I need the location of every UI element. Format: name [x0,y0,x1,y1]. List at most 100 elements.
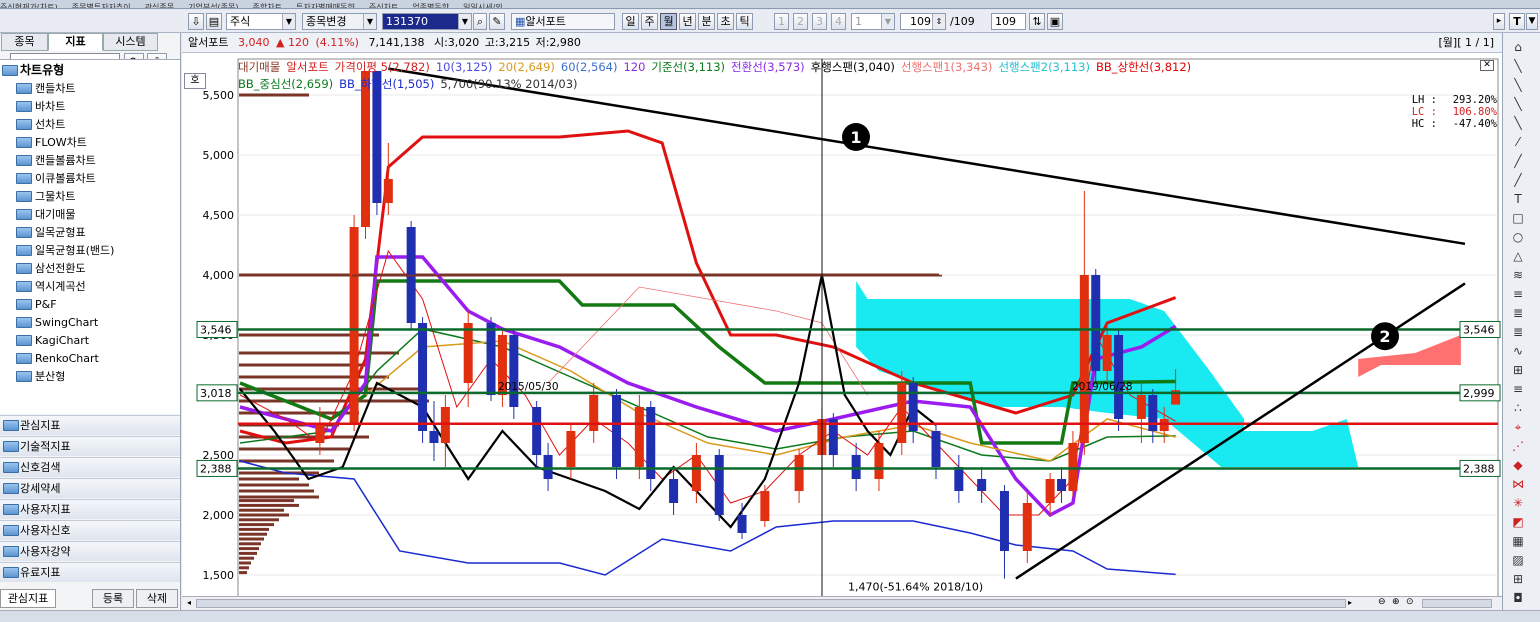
chart-type-item[interactable]: 이큐볼륨차트 [16,170,96,187]
indicator-section[interactable]: 사용자강약 [0,541,180,561]
drawing-tool-icon[interactable]: ⋈ [1510,476,1526,492]
legend-item[interactable]: 알서포트 [286,60,328,74]
legend-item[interactable]: 120 [623,60,645,74]
indicator-section[interactable]: 강세약세 [0,478,180,498]
drawing-tool-icon[interactable]: ≣ [1510,324,1526,340]
period-day-button[interactable]: 일 [622,13,639,30]
drawing-tool-icon[interactable]: ≣ [1510,305,1526,321]
drawing-tool-icon[interactable]: ◆ [1510,457,1526,473]
legend-item[interactable]: 기준선(3,113) [651,60,725,74]
chart-type-item[interactable]: P&F [16,296,57,313]
window-tab[interactable]: 투자자별매매동향 [296,4,355,9]
wrench-icon[interactable]: ✎ [489,13,505,30]
chart-type-item[interactable]: 선차트 [16,116,65,133]
legend-item[interactable]: 10(3,125) [436,60,493,74]
period-week-button[interactable]: 주 [641,13,658,30]
drawing-tool-icon[interactable]: ∴ [1510,400,1526,416]
drawing-tool-icon[interactable]: ∿ [1510,343,1526,359]
zoom-reset-icon[interactable]: ⊙ [1406,597,1418,609]
interval-2-button[interactable]: 2 [793,13,808,30]
download-icon[interactable]: ⇩ [188,13,204,30]
chart-type-item[interactable]: 역시계곡선 [16,278,86,295]
chart-area[interactable]: 알서포트 3,040 ▲ 120 (4.11%) 7,141,138 시:3,0… [182,33,1502,622]
drawing-tool-icon[interactable]: ✳ [1510,495,1526,511]
chart-type-item[interactable]: 그물차트 [16,188,75,205]
drawing-tool-icon[interactable]: ⊞ [1510,362,1526,378]
drawing-tool-icon[interactable]: T [1510,191,1526,207]
drawing-tool-icon[interactable]: ◘ [1510,590,1526,606]
drawing-tool-icon[interactable]: ⌖ [1510,419,1526,435]
drawing-tool-icon[interactable]: ▨ [1510,552,1526,568]
tab-stock[interactable]: 종목 [1,33,48,51]
period-month-button[interactable]: 월 [660,13,677,30]
chart-type-header[interactable]: 차트유형 [2,61,64,78]
window-tab[interactable]: 종합차트 [253,4,282,9]
scroll-left-icon[interactable]: ◂ [184,598,194,609]
price-chart-svg[interactable]: 1 2 1,470(-51.64% 2018/10) 2015/05/30 2019/0… [182,53,1502,619]
indicator-section[interactable]: 사용자신호 [0,520,180,540]
count-input[interactable]: 109 [991,13,1026,30]
interval-select[interactable]: 1 ▼ [851,13,895,30]
drawing-tool-icon[interactable]: ⌂ [1510,39,1526,55]
legend-item[interactable]: 대기매물 [238,60,280,74]
window-tab[interactable]: 관심종목 [145,4,174,9]
drawing-tool-icon[interactable]: ╲ [1510,77,1526,93]
bottom-tab-favorites[interactable]: 관심지표 [0,589,56,608]
scroll-track[interactable] [196,599,1346,608]
drawing-tool-icon[interactable]: ⁄ [1510,134,1526,150]
legend-item[interactable]: 가격이평 5(2,782) [335,60,430,74]
indicator-section[interactable]: 유료지표 [0,562,180,582]
drawing-tool-icon[interactable]: ╲ [1510,115,1526,131]
period-minute-button[interactable]: 분 [698,13,715,30]
window-tab[interactable]: 기업분석(종목) [188,4,238,9]
chart-type-item[interactable]: SwingChart [16,314,98,331]
legend-item[interactable]: 선행스팬1(3,343) [901,60,993,74]
interval-3-button[interactable]: 3 [812,13,827,30]
scroll-right-icon[interactable]: ▸ [1348,598,1358,609]
zoom-track[interactable] [1422,599,1492,608]
legend-item[interactable]: 전환선(3,573) [731,60,805,74]
chart-type-item[interactable]: FLOW차트 [16,134,87,151]
period-second-button[interactable]: 초 [717,13,734,30]
count-stepper[interactable]: 109 ⇕ [900,13,946,30]
legend-item[interactable]: BB_하한선(1,505) [339,77,434,91]
legend-item[interactable]: BB_중심선(2,659) [238,77,333,91]
delete-button[interactable]: 삭제 [136,589,178,608]
chart-type-item[interactable]: 일목균형표 [16,224,86,241]
legend-item[interactable]: 60(2,564) [561,60,618,74]
chart-type-item[interactable]: KagiChart [16,332,89,349]
tab-system[interactable]: 시스템 [103,33,158,51]
chart-type-item[interactable]: RenkoChart [16,350,99,367]
window-tab[interactable]: 업종별동향 [412,4,449,9]
legend-item[interactable]: 선행스팬2(3,113) [998,60,1090,74]
window-tab[interactable]: 종목별투자자추이 [72,4,131,9]
drawing-tool-icon[interactable]: ▦ [1510,533,1526,549]
drawing-tool-icon[interactable]: ≋ [1510,267,1526,283]
zoom-in-icon[interactable]: ⊕ [1392,597,1404,609]
change-stock-select[interactable]: 종목변경 ▼ [302,13,377,30]
chart-type-item[interactable]: 분산형 [16,368,65,385]
apply-icon[interactable]: ⇅ [1029,13,1045,30]
drawing-tool-icon[interactable]: △ [1510,248,1526,264]
drawing-tool-icon[interactable]: ≡ [1510,286,1526,302]
legend-item[interactable]: 후행스팬(3,040) [811,60,895,74]
close-icon[interactable]: ✕ [1480,60,1494,71]
horizontal-scrollbar[interactable]: ◂ ▸ ⊖ ⊕ ⊙ [182,596,1502,610]
chart-type-item[interactable]: 일목균형표(밴드) [16,242,114,259]
indicator-section[interactable]: 사용자지표 [0,499,180,519]
y-axis-mode-tag[interactable]: 호 [184,73,206,89]
period-tick-button[interactable]: 틱 [736,13,753,30]
drawing-tool-icon[interactable]: ╲ [1510,58,1526,74]
zoom-out-icon[interactable]: ⊖ [1378,597,1390,609]
indicator-section[interactable]: 신호검색 [0,457,180,477]
interval-1-button[interactable]: 1 [774,13,789,30]
drawing-tool-icon[interactable]: ⋰ [1510,438,1526,454]
disk-icon[interactable]: ▣ [1047,13,1063,30]
collapse-icon[interactable]: ▸ [1493,13,1505,30]
window-tab[interactable]: 주식현재가(차트) [0,4,58,9]
drawing-tool-icon[interactable]: ╲ [1510,96,1526,112]
menu-arrow-icon[interactable]: ▼ [1526,13,1538,30]
legend-item[interactable]: 20(2,649) [498,60,555,74]
indicator-section[interactable]: 기술적지표 [0,436,180,456]
chart-type-item[interactable]: 삼선전환도 [16,260,86,277]
